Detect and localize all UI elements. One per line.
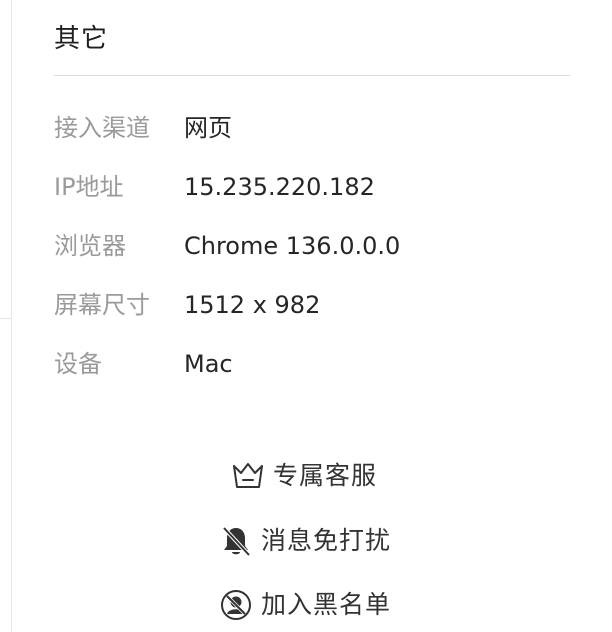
info-value: 15.235.220.182: [184, 173, 375, 201]
left-pane-edge: [0, 0, 12, 632]
do-not-disturb-label: 消息免打扰: [261, 526, 392, 555]
add-to-blacklist-label: 加入黑名单: [261, 590, 392, 619]
section-divider: [54, 75, 570, 76]
info-label: 接入渠道: [54, 114, 150, 142]
info-panel: 其它 接入渠道 网页 IP地址 15.235.220.182 浏览器 Chrom…: [13, 0, 612, 632]
info-label: IP地址: [54, 173, 124, 201]
info-row-device: 设备 Mac: [54, 346, 574, 382]
info-value: 1512 x 982: [184, 291, 321, 319]
bell-muted-icon: [219, 524, 253, 558]
section-title: 其它: [54, 24, 109, 54]
dedicated-service-button[interactable]: 专属客服: [231, 456, 377, 496]
crown-icon: [231, 459, 265, 493]
info-row-screen-size: 屏幕尺寸 1512 x 982: [54, 287, 574, 323]
info-label: 设备: [54, 350, 102, 378]
pane-border: [11, 0, 12, 632]
info-value: Mac: [184, 350, 233, 378]
user-block-icon: [219, 588, 253, 622]
info-label: 浏览器: [54, 232, 126, 260]
dedicated-service-label: 专属客服: [273, 461, 378, 490]
do-not-disturb-button[interactable]: 消息免打扰: [219, 521, 391, 561]
customer-info-page: 其它 接入渠道 网页 IP地址 15.235.220.182 浏览器 Chrom…: [0, 0, 612, 632]
info-row-ip: IP地址 15.235.220.182: [54, 169, 574, 205]
info-value: Chrome 136.0.0.0: [184, 232, 401, 260]
info-label: 屏幕尺寸: [54, 291, 150, 319]
info-value: 网页: [184, 114, 232, 142]
pane-divider: [0, 318, 12, 319]
info-row-channel: 接入渠道 网页: [54, 110, 574, 146]
add-to-blacklist-button[interactable]: 加入黑名单: [219, 585, 391, 625]
info-row-browser: 浏览器 Chrome 136.0.0.0: [54, 228, 574, 264]
